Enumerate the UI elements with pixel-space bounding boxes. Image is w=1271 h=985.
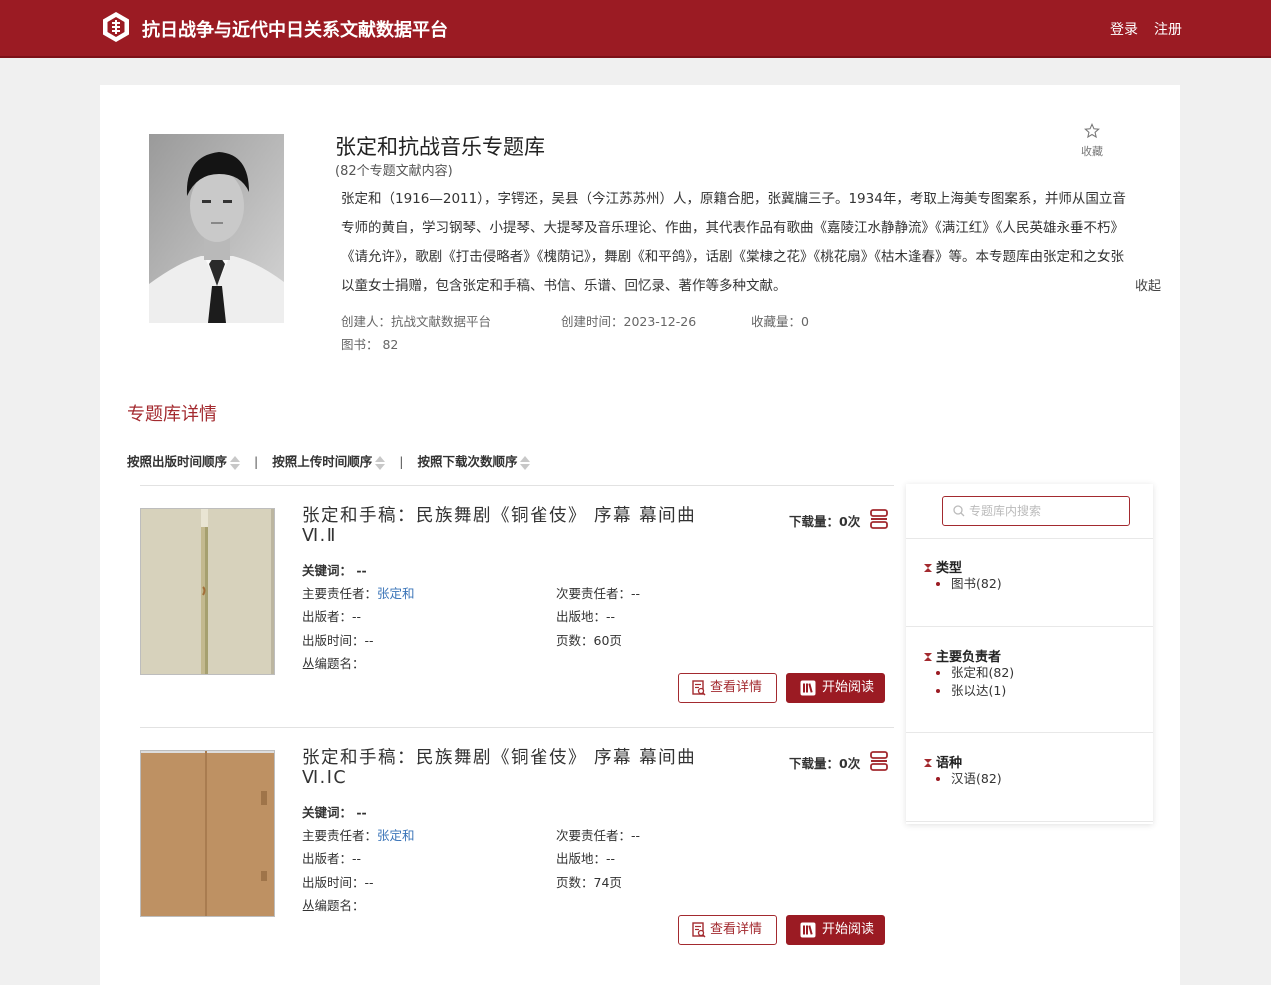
- sort-arrows-icon: [520, 455, 531, 470]
- facet-title-text: 主要负责者: [936, 650, 1002, 665]
- item-thumbnail[interactable]: [140, 508, 275, 675]
- view-details-button[interactable]: 查看详情: [678, 915, 777, 945]
- library-description: 张定和（1916—2011），字锷还，吴县（今江苏苏州）人，原籍合肥，张冀牖三子…: [341, 191, 1126, 294]
- login-link[interactable]: 登录: [1110, 19, 1138, 39]
- download-count: 下载量：0次: [789, 514, 861, 529]
- button-label: 开始阅读: [822, 680, 875, 695]
- filter-sidebar: 类型 图书(82) 主要负责者 张定和(82) 张以达(1) 语种 汉语(82): [906, 484, 1153, 824]
- register-link[interactable]: 注册: [1154, 19, 1182, 39]
- sort-by-downloads[interactable]: 按照下载次数顺序: [417, 451, 531, 470]
- favorite-button[interactable]: 收藏: [1075, 123, 1109, 159]
- library-subtitle: (82个专题文献内容): [335, 164, 453, 179]
- facet-title-language[interactable]: 语种: [924, 752, 962, 771]
- button-label: 查看详情: [710, 922, 763, 937]
- item-publish-time: 出版时间：--: [302, 633, 374, 648]
- sort-label: 按照出版时间顺序: [127, 454, 228, 469]
- document-search-icon: [692, 922, 706, 938]
- field-label: 主要责任者：: [302, 586, 378, 601]
- sort-label: 按照下载次数顺序: [417, 454, 518, 469]
- item-primary-responsible: 主要责任者：张定和: [302, 825, 415, 844]
- download-count: 下载量：0次: [789, 756, 861, 771]
- sort-bar: 按照出版时间顺序 | 按照上传时间顺序 | 按照下载次数顺序: [127, 451, 531, 470]
- creator-info: 创建人：抗战文献数据平台: [341, 314, 492, 329]
- item-title[interactable]: 张定和手稿：民族舞剧《铜雀伎》 序幕 幕间曲 Ⅵ.ⅠC: [302, 748, 712, 788]
- sort-arrows-icon: [375, 455, 386, 470]
- facet-divider: [906, 538, 1153, 539]
- library-title: 张定和抗战音乐专题库: [335, 135, 545, 159]
- field-label: 主要责任者：: [302, 828, 378, 843]
- books-icon: [800, 680, 816, 696]
- sort-by-upload-time[interactable]: 按照上传时间顺序: [272, 451, 386, 470]
- sort-by-publish-time[interactable]: 按照出版时间顺序: [127, 451, 241, 470]
- download-icon[interactable]: [869, 750, 889, 772]
- primary-responsible-link[interactable]: 张定和: [377, 586, 415, 601]
- item-thumbnail[interactable]: [140, 750, 275, 917]
- site-title[interactable]: 抗日战争与近代中日关系文献数据平台: [142, 16, 448, 42]
- library-search-box[interactable]: [942, 496, 1130, 526]
- facet-divider: [906, 626, 1153, 627]
- item-primary-responsible: 主要责任者：张定和: [302, 583, 415, 602]
- facet-title-text: 语种: [936, 756, 963, 771]
- facet-options-language: 汉语(82): [936, 770, 1002, 788]
- button-label: 开始阅读: [822, 922, 875, 937]
- top-header: 抗日战争与近代中日关系文献数据平台 登录 注册: [0, 0, 1271, 58]
- download-icon[interactable]: [869, 508, 889, 530]
- library-panel: 张定和抗战音乐专题库 (82个专题文献内容) 收藏 张定和（1916—2011）…: [100, 85, 1180, 985]
- collapse-link[interactable]: 收起: [1135, 275, 1161, 294]
- hourglass-icon: [924, 758, 932, 767]
- star-icon: [1084, 123, 1100, 139]
- item-pages: 页数：60页: [556, 633, 622, 648]
- start-reading-button[interactable]: 开始阅读: [786, 915, 885, 945]
- facet-divider: [906, 821, 1153, 822]
- sort-arrows-icon: [230, 455, 241, 470]
- start-reading-button[interactable]: 开始阅读: [786, 673, 885, 703]
- facet-title-primary-responsible[interactable]: 主要负责者: [924, 646, 1001, 665]
- sort-separator: |: [399, 454, 404, 469]
- item-pages: 页数：74页: [556, 875, 622, 890]
- list-item: 张定和手稿：民族舞剧《铜雀伎》 序幕 幕间曲 Ⅵ.ⅠC 下载量：0次 关键词： …: [140, 728, 900, 958]
- favorite-label: 收藏: [1081, 145, 1103, 158]
- view-details-button[interactable]: 查看详情: [678, 673, 777, 703]
- list-item: 张定和手稿：民族舞剧《铜雀伎》 序幕 幕间曲 Ⅵ.Ⅱ 下载量：0次 关键词： -…: [140, 486, 900, 716]
- facet-options-primary-responsible: 张定和(82) 张以达(1): [936, 664, 1014, 700]
- item-series-title: 丛编题名：: [302, 898, 365, 913]
- favorite-count: 收藏量：0: [751, 314, 809, 329]
- hourglass-icon: [924, 652, 932, 661]
- sort-separator: |: [254, 454, 259, 469]
- facet-title-type[interactable]: 类型: [924, 557, 962, 576]
- library-cover-portrait: [149, 134, 284, 323]
- books-icon: [800, 922, 816, 938]
- primary-responsible-link[interactable]: 张定和: [377, 828, 415, 843]
- item-publisher: 出版者：--: [302, 851, 362, 866]
- item-title[interactable]: 张定和手稿：民族舞剧《铜雀伎》 序幕 幕间曲 Ⅵ.Ⅱ: [302, 506, 712, 546]
- search-icon[interactable]: [953, 505, 965, 517]
- facet-divider: [906, 732, 1153, 733]
- facet-option[interactable]: 张定和(82): [951, 664, 1014, 682]
- facet-option[interactable]: 张以达(1): [951, 682, 1014, 700]
- item-publisher: 出版者：--: [302, 609, 362, 624]
- facet-option[interactable]: 图书(82): [951, 575, 1002, 593]
- facet-option[interactable]: 汉语(82): [951, 770, 1002, 788]
- section-title: 专题库详情: [127, 404, 217, 425]
- item-publish-place: 出版地：--: [556, 851, 616, 866]
- hourglass-icon: [924, 563, 932, 572]
- facet-title-text: 类型: [936, 561, 963, 576]
- button-label: 查看详情: [710, 680, 763, 695]
- item-keywords: 关键词： --: [302, 805, 367, 820]
- item-series-title: 丛编题名：: [302, 656, 365, 671]
- document-search-icon: [692, 680, 706, 696]
- item-keywords: 关键词： --: [302, 563, 367, 578]
- site-logo-icon[interactable]: [100, 11, 132, 43]
- item-secondary-responsible: 次要责任者：--: [556, 828, 641, 843]
- item-publish-time: 出版时间：--: [302, 875, 374, 890]
- sort-label: 按照上传时间顺序: [272, 454, 373, 469]
- created-time: 创建时间：2023-12-26: [561, 314, 697, 329]
- item-secondary-responsible: 次要责任者：--: [556, 586, 641, 601]
- item-publish-place: 出版地：--: [556, 609, 616, 624]
- library-search-input[interactable]: [969, 502, 1119, 520]
- facet-options-type: 图书(82): [936, 575, 1002, 593]
- book-count: 图书： 82: [341, 337, 399, 352]
